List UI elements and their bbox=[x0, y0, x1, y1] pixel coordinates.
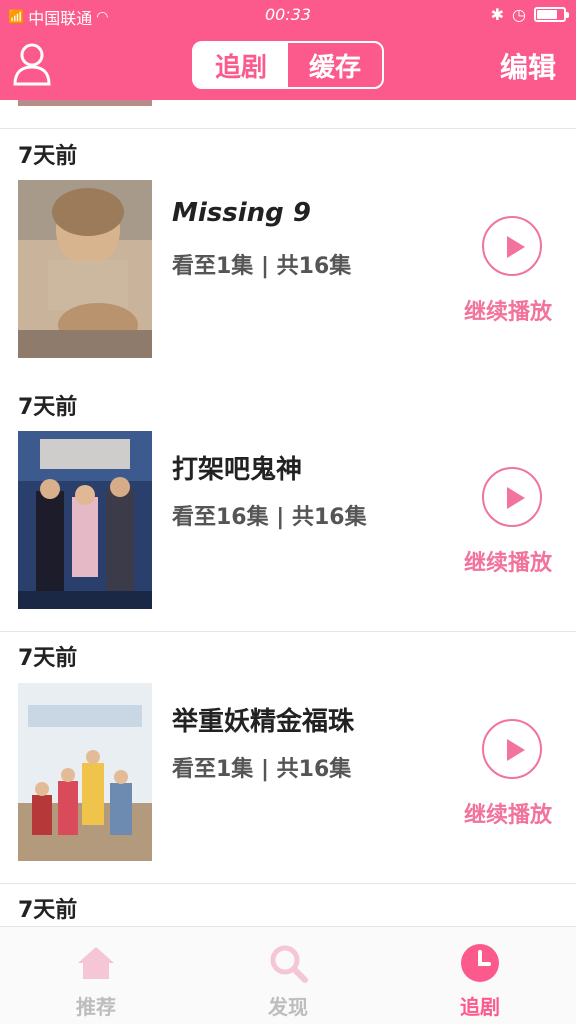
edit-button[interactable]: 编辑 bbox=[500, 46, 556, 86]
list-item[interactable]: 打架吧鬼神 看至16集 | 共16集 继续播放 bbox=[0, 431, 576, 611]
tab-label: 推荐 bbox=[76, 995, 116, 1019]
section-time-label: 7天前 bbox=[18, 144, 78, 169]
clock: 00:33 bbox=[264, 5, 312, 24]
section-time-label: 7天前 bbox=[18, 898, 78, 923]
watch-list: 7天前 Missing 9 看至1集 | 共16集 继续播放 7天前 打架吧鬼神… bbox=[0, 100, 576, 926]
show-title: 打架吧鬼神 bbox=[172, 455, 303, 485]
divider bbox=[0, 128, 576, 129]
tab-recommend[interactable]: 推荐 bbox=[0, 927, 192, 1024]
play-button[interactable] bbox=[482, 216, 542, 276]
continue-play-link[interactable]: 继续播放 bbox=[464, 545, 552, 577]
section-time-label: 7天前 bbox=[18, 395, 78, 420]
divider bbox=[0, 631, 576, 632]
play-icon bbox=[507, 236, 525, 258]
play-button[interactable] bbox=[482, 719, 542, 779]
header-segmented-control: 追剧 缓存 bbox=[192, 41, 384, 89]
tab-label: 发现 bbox=[268, 995, 308, 1019]
poster-image[interactable] bbox=[18, 431, 152, 609]
poster-image[interactable] bbox=[18, 180, 152, 358]
show-title: 举重妖精金福珠 bbox=[172, 707, 355, 737]
tab-label: 追剧 bbox=[460, 995, 500, 1019]
poster-image[interactable] bbox=[18, 683, 152, 861]
tab-follow[interactable]: 追剧 bbox=[194, 43, 288, 87]
divider bbox=[0, 883, 576, 884]
bluetooth-icon: ✱ bbox=[490, 5, 505, 24]
tab-follow-drama[interactable]: 追剧 bbox=[384, 927, 576, 1024]
user-avatar-icon[interactable] bbox=[12, 42, 52, 86]
continue-play-link[interactable]: 继续播放 bbox=[464, 797, 552, 829]
home-icon bbox=[78, 947, 114, 979]
section-time-label: 7天前 bbox=[18, 646, 78, 671]
watch-progress: 看至1集 | 共16集 bbox=[172, 254, 352, 279]
watch-progress: 看至16集 | 共16集 bbox=[172, 505, 367, 530]
tab-discover[interactable]: 发现 bbox=[192, 927, 384, 1024]
search-icon bbox=[270, 945, 308, 983]
previous-item-poster bbox=[18, 100, 152, 106]
battery-icon bbox=[534, 7, 569, 22]
clock-icon bbox=[461, 944, 499, 982]
continue-play-link[interactable]: 继续播放 bbox=[464, 294, 552, 326]
bottom-tab-bar: 推荐 发现 追剧 bbox=[0, 926, 576, 1024]
play-button[interactable] bbox=[482, 467, 542, 527]
status-bar: 📶 中国联通 ◠ 00:33 ✱ ◷ bbox=[0, 0, 576, 30]
show-title: Missing 9 bbox=[172, 198, 311, 228]
app-header: 📶 中国联通 ◠ 00:33 ✱ ◷ 追剧 缓存 编辑 bbox=[0, 0, 576, 100]
alarm-icon: ◷ bbox=[512, 5, 526, 24]
tab-cache[interactable]: 缓存 bbox=[288, 43, 382, 87]
list-item[interactable]: 举重妖精金福珠 看至1集 | 共16集 继续播放 bbox=[0, 683, 576, 863]
play-icon bbox=[507, 487, 525, 509]
watch-progress: 看至1集 | 共16集 bbox=[172, 757, 352, 782]
list-item[interactable]: Missing 9 看至1集 | 共16集 继续播放 bbox=[0, 180, 576, 360]
play-icon bbox=[507, 739, 525, 761]
